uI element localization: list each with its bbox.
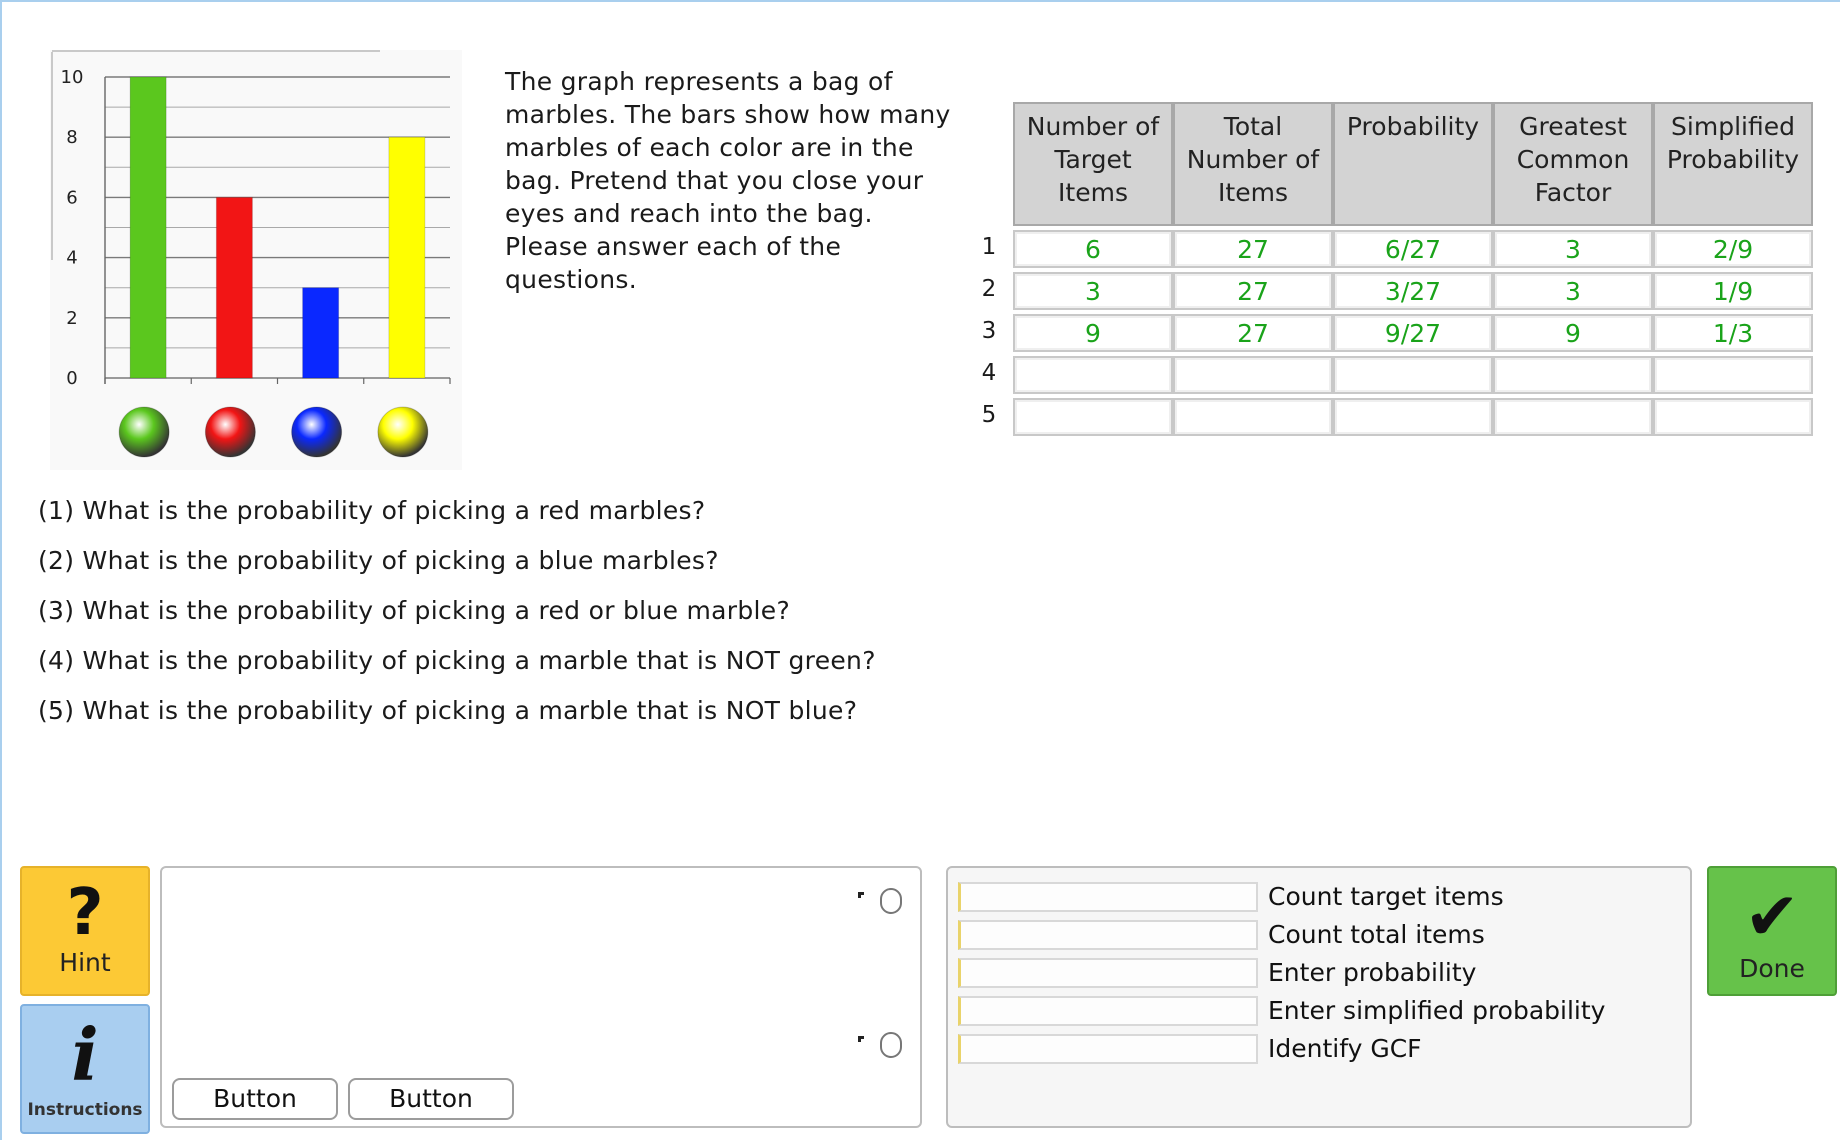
y-tick-label: 10	[61, 67, 84, 88]
row-number: 3	[981, 318, 997, 344]
cell-total-items[interactable]: 27	[1173, 314, 1333, 352]
cell-target-items[interactable]: 9	[1013, 314, 1173, 352]
skill-progress-bar	[958, 920, 1258, 950]
cell-gcf[interactable]: 3	[1493, 230, 1653, 268]
question-1: (1) What is the probability of picking a…	[38, 496, 706, 525]
skill-progress-bar	[958, 882, 1258, 912]
skill-label: Enter simplified probability	[1268, 996, 1606, 1025]
question-3: (3) What is the probability of picking a…	[38, 596, 791, 625]
column-header-line: Simplified	[1671, 112, 1795, 141]
column-header-gcf: Greatest Common Factor	[1493, 102, 1653, 226]
cell-simplified-probability[interactable]: 1/9	[1653, 272, 1813, 310]
done-button[interactable]: ✔ Done	[1707, 866, 1837, 996]
bar-yellow	[388, 136, 426, 379]
column-header-line: Number of	[1026, 112, 1160, 141]
marble-bar-chart: 0 2 4 6 8 10	[50, 50, 462, 470]
column-header-target-items: Number of Target Items	[1013, 102, 1173, 226]
green-marble-icon	[118, 406, 170, 458]
cell-simplified-probability[interactable]	[1653, 356, 1813, 394]
skill-label: Identify GCF	[1268, 1034, 1422, 1063]
window-top-border	[0, 0, 1840, 2]
skill-label: Enter probability	[1268, 958, 1477, 987]
bar-red	[215, 196, 253, 379]
question-2: (2) What is the probability of picking a…	[38, 546, 719, 575]
cell-gcf[interactable]: 3	[1493, 272, 1653, 310]
row-number: 2	[981, 276, 997, 302]
message-panel: Button Button	[160, 866, 922, 1128]
window-left-border	[0, 0, 2, 1140]
y-tick-label: 8	[66, 127, 77, 148]
cell-gcf[interactable]	[1493, 398, 1653, 436]
question-4: (4) What is the probability of picking a…	[38, 646, 876, 675]
column-header-line: Items	[1058, 178, 1128, 207]
cell-total-items[interactable]	[1173, 356, 1333, 394]
cell-gcf[interactable]: 9	[1493, 314, 1653, 352]
cell-simplified-probability[interactable]	[1653, 398, 1813, 436]
panel-button-1[interactable]: Button	[172, 1078, 338, 1120]
column-header-line: Number of	[1186, 145, 1320, 174]
checkmark-icon: ✔	[1744, 878, 1800, 955]
cell-target-items[interactable]	[1013, 398, 1173, 436]
skill-progress-bar	[958, 958, 1258, 988]
cell-probability[interactable]	[1333, 356, 1493, 394]
message-radio-top[interactable]	[880, 888, 902, 914]
y-tick-label: 4	[66, 248, 77, 269]
column-header-line: Probability	[1346, 112, 1480, 141]
tick-mark-icon	[858, 1036, 864, 1042]
tick-mark-icon	[858, 892, 864, 898]
instructions-label: Instructions	[27, 1100, 143, 1120]
column-header-line: Common	[1516, 145, 1630, 174]
cell-probability[interactable]	[1333, 398, 1493, 436]
yellow-marble-icon	[377, 406, 429, 458]
red-marble-icon	[204, 406, 256, 458]
bar-blue	[302, 287, 340, 379]
message-radio-bottom[interactable]	[880, 1032, 902, 1058]
question-list: (1) What is the probability of picking a…	[38, 496, 876, 746]
column-header-simplified-probability: Simplified Probability	[1653, 102, 1813, 226]
done-label: Done	[1739, 954, 1805, 983]
cell-probability[interactable]: 3/27	[1333, 272, 1493, 310]
cell-total-items[interactable]	[1173, 398, 1333, 436]
column-header-line: Items	[1218, 178, 1288, 207]
question-mark-icon: ?	[66, 876, 104, 950]
y-tick-label: 6	[66, 187, 77, 208]
hint-label: Hint	[59, 948, 111, 977]
hint-button[interactable]: ? Hint	[20, 866, 150, 996]
row-number: 5	[981, 402, 997, 428]
column-header-line: Target	[1054, 145, 1132, 174]
column-header-line: Factor	[1534, 178, 1612, 207]
cell-target-items[interactable]	[1013, 356, 1173, 394]
column-header-probability: Probability	[1333, 102, 1493, 226]
info-icon: i	[71, 1012, 99, 1097]
skill-label: Count target items	[1268, 882, 1504, 911]
y-tick-label: 2	[66, 308, 77, 329]
bar-green	[129, 76, 167, 379]
skill-progress-bar	[958, 996, 1258, 1026]
problem-description: The graph represents a bag of marbles. T…	[505, 67, 951, 294]
row-number: 1	[981, 234, 997, 260]
skill-label: Count total items	[1268, 920, 1485, 949]
cell-target-items[interactable]: 6	[1013, 230, 1173, 268]
cell-total-items[interactable]: 27	[1173, 230, 1333, 268]
skills-panel: Count target items Count total items Ent…	[946, 866, 1692, 1128]
cell-probability[interactable]: 6/27	[1333, 230, 1493, 268]
cell-probability[interactable]: 9/27	[1333, 314, 1493, 352]
y-tick-label: 0	[66, 368, 77, 389]
instructions-button[interactable]: i Instructions	[20, 1004, 150, 1134]
row-number: 4	[981, 360, 997, 386]
cell-target-items[interactable]: 3	[1013, 272, 1173, 310]
cell-simplified-probability[interactable]: 2/9	[1653, 230, 1813, 268]
panel-button-2[interactable]: Button	[348, 1078, 514, 1120]
cell-gcf[interactable]	[1493, 356, 1653, 394]
skill-progress-bar	[958, 1034, 1258, 1064]
column-header-total-items: Total Number of Items	[1173, 102, 1333, 226]
cell-simplified-probability[interactable]: 1/3	[1653, 314, 1813, 352]
chart-svg: 0 2 4 6 8 10	[51, 50, 451, 458]
column-header-line: Greatest	[1519, 112, 1627, 141]
column-header-line: Total	[1223, 112, 1283, 141]
question-5: (5) What is the probability of picking a…	[38, 696, 858, 725]
cell-total-items[interactable]: 27	[1173, 272, 1333, 310]
column-header-line: Probability	[1666, 145, 1800, 174]
blue-marble-icon	[291, 406, 343, 458]
